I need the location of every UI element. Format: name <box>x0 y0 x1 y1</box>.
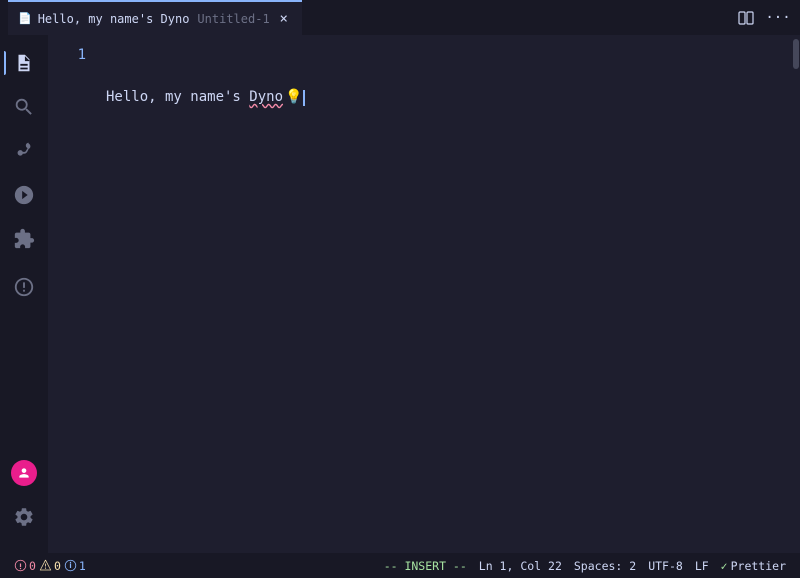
text-cursor <box>303 90 305 106</box>
tab-subtitle: Untitled-1 <box>197 12 269 26</box>
prettier-label: Prettier <box>731 559 786 573</box>
code-text-squiggly: Dyno <box>249 87 283 108</box>
file-icon: 📄 <box>18 12 32 25</box>
active-tab[interactable]: 📄 Hello, my name's Dyno Untitled-1 × <box>8 0 302 35</box>
error-icon: 0 <box>14 559 36 573</box>
activity-bar <box>0 35 48 553</box>
more-actions-button[interactable]: ··· <box>764 6 792 30</box>
title-bar-actions: ··· <box>732 6 792 30</box>
prettier-status[interactable]: ✓ Prettier <box>715 553 792 578</box>
split-editor-icon <box>738 10 754 26</box>
warning-icon: 0 <box>39 559 61 573</box>
info-icon: 1 <box>64 559 86 573</box>
explorer-icon[interactable] <box>4 43 44 83</box>
vim-mode-status[interactable]: -- INSERT -- <box>378 553 473 578</box>
line-ending-status[interactable]: LF <box>689 553 715 578</box>
status-left: 0 0 1 <box>8 553 92 578</box>
tab-close-button[interactable]: × <box>276 11 292 27</box>
encoding-status[interactable]: UTF-8 <box>642 553 689 578</box>
line-ending-label: LF <box>695 559 709 573</box>
activity-top <box>4 43 44 453</box>
status-right: -- INSERT -- Ln 1, Col 22 Spaces: 2 UTF-… <box>378 553 792 578</box>
prettier-check-icon: ✓ <box>721 559 728 573</box>
more-actions-icon: ··· <box>765 10 790 26</box>
error-count: 0 <box>29 559 36 573</box>
info-count: 1 <box>79 559 86 573</box>
line-numbers: 1 <box>48 35 98 553</box>
cursor-position-label: Ln 1, Col 22 <box>479 559 562 573</box>
account-icon[interactable] <box>4 453 44 493</box>
spaces-label: Spaces: 2 <box>574 559 636 573</box>
source-control-icon[interactable] <box>4 131 44 171</box>
lightbulb-icon: 💡 <box>285 87 302 108</box>
main-area: 1 Hello, my name's Dyno💡 <box>0 35 800 553</box>
editor-area[interactable]: 1 Hello, my name's Dyno💡 <box>48 35 800 553</box>
errors-status[interactable]: 0 0 1 <box>8 553 92 578</box>
scrollbar-thumb <box>793 39 799 69</box>
title-bar: 📄 Hello, my name's Dyno Untitled-1 × ··· <box>0 0 800 35</box>
code-text-normal: Hello, my name's <box>106 87 249 108</box>
spaces-status[interactable]: Spaces: 2 <box>568 553 642 578</box>
cursor-position-status[interactable]: Ln 1, Col 22 <box>473 553 568 578</box>
line-number-1: 1 <box>48 45 86 66</box>
editor-scrollbar[interactable] <box>790 35 800 553</box>
code-line-1: Hello, my name's Dyno💡 <box>106 87 790 108</box>
settings-icon[interactable] <box>4 497 44 537</box>
tab-filename: Hello, my name's Dyno <box>38 12 190 26</box>
vim-mode-label: -- INSERT -- <box>384 559 467 573</box>
warning-count: 0 <box>54 559 61 573</box>
search-icon[interactable] <box>4 87 44 127</box>
split-editor-button[interactable] <box>732 6 760 30</box>
run-debug-icon[interactable] <box>4 175 44 215</box>
encoding-label: UTF-8 <box>648 559 683 573</box>
extensions-icon[interactable] <box>4 219 44 259</box>
activity-bottom <box>4 453 44 545</box>
code-editor[interactable]: Hello, my name's Dyno💡 <box>98 35 790 553</box>
avatar <box>11 460 37 486</box>
editor-content: 1 Hello, my name's Dyno💡 <box>48 35 800 553</box>
copilot-icon[interactable] <box>4 267 44 307</box>
status-bar: 0 0 1 -- INSERT -- Ln 1, Col 22 Space <box>0 553 800 578</box>
